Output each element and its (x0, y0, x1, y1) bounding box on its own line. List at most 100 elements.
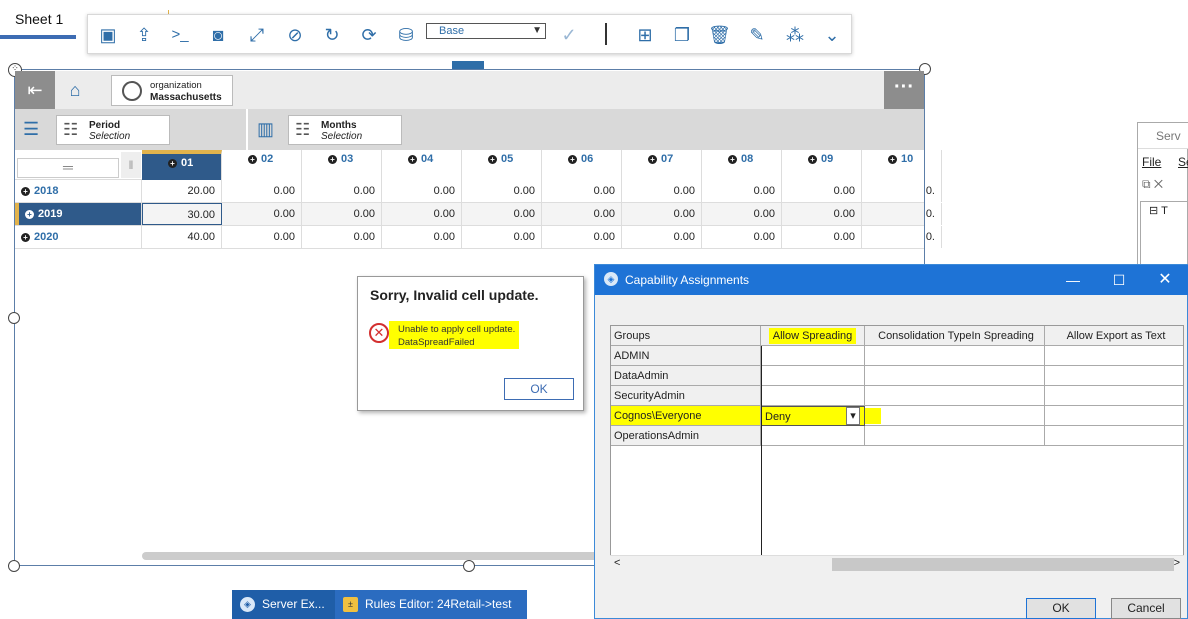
grid-cell[interactable]: 0.00 (302, 180, 382, 202)
expand-icon[interactable]: + (248, 154, 257, 164)
grid-cell[interactable]: 0.00 (622, 203, 702, 225)
sheet-tab[interactable]: Sheet 1 (0, 0, 78, 40)
hide-icon[interactable]: ⊘ (284, 24, 306, 46)
grid-cell[interactable]: 0.00 (702, 203, 782, 225)
resize-handle[interactable] (8, 312, 20, 324)
grid-cell[interactable]: 0.00 (382, 203, 462, 225)
column-header[interactable]: +08 (702, 150, 782, 180)
drag-icon[interactable]: ═ (17, 158, 119, 178)
grid-cell[interactable]: 0.00 (782, 203, 862, 225)
group-cell[interactable]: DataAdmin (611, 366, 761, 386)
grid-cell[interactable]: 40.00 (142, 226, 222, 248)
error-ok-button[interactable]: OK (504, 378, 574, 400)
grid-cell[interactable]: 0.00 (302, 226, 382, 248)
grid-cell[interactable]: 0.00 (462, 226, 542, 248)
allow-spreading-cell[interactable] (761, 386, 865, 406)
minimize-icon[interactable]: — (1050, 265, 1096, 295)
context-dimension[interactable]: organization Massachusetts (111, 75, 233, 106)
grid-cell[interactable]: 0.00 (622, 226, 702, 248)
grid-cell[interactable]: 0.00 (382, 226, 462, 248)
delete-icon[interactable]: 🗑 (708, 24, 731, 46)
insert-icon[interactable]: ⊞ (634, 24, 656, 46)
expand-icon[interactable]: + (168, 158, 177, 168)
consolidation-cell[interactable] (865, 346, 1045, 366)
allow-export-cell[interactable] (1045, 366, 1183, 386)
dialog-horizontal-scrollbar[interactable]: < > (610, 555, 1184, 572)
allow-spreading-cell[interactable] (761, 426, 865, 446)
row-dimension[interactable]: ☷ Period Selection (56, 115, 170, 145)
header-allow-export[interactable]: Allow Export as Text (1045, 326, 1183, 346)
consolidation-cell[interactable] (865, 386, 1045, 406)
header-allow-spreading[interactable]: Allow Spreading (761, 326, 865, 346)
column-header[interactable]: +07 (622, 150, 702, 180)
menu-file[interactable]: File (1142, 155, 1161, 169)
grid-cell[interactable]: 0.00 (622, 180, 702, 202)
column-dimension[interactable]: ☷ Months Selection (288, 115, 402, 145)
allow-export-cell[interactable] (1045, 386, 1183, 406)
grid-cell[interactable]: 0.00 (222, 203, 302, 225)
more-chevron-icon[interactable]: ⌄ (821, 24, 843, 46)
expand-icon[interactable]: + (648, 154, 657, 164)
expand-icon[interactable]: ⤢ (246, 24, 268, 46)
select-icon[interactable]: ▣ (97, 24, 119, 46)
column-header[interactable]: +02 (222, 150, 302, 180)
grid-cell[interactable]: 0. (862, 226, 942, 248)
cancel-button[interactable]: Cancel (1111, 598, 1181, 619)
grid-horizontal-scrollbar[interactable] (142, 552, 602, 560)
menu-server[interactable]: Se (1178, 155, 1188, 169)
allow-export-cell[interactable] (1045, 406, 1183, 426)
snapshot-icon[interactable]: ◙ (207, 24, 229, 46)
grid-cell[interactable]: 30.00 (142, 203, 222, 225)
collapse-panel-icon[interactable]: ⇤ (15, 71, 55, 109)
allow-spreading-cell[interactable] (761, 366, 865, 386)
expand-icon[interactable]: + (21, 186, 30, 196)
expand-icon[interactable]: + (888, 154, 897, 164)
resize-handle[interactable] (463, 560, 475, 572)
expand-icon[interactable]: + (328, 154, 337, 164)
consolidation-cell[interactable] (865, 406, 1045, 426)
grid-cell[interactable]: 0.00 (702, 226, 782, 248)
grid-cell[interactable]: 0.00 (702, 180, 782, 202)
taskbar-item-server-explorer[interactable]: ◈ Server Ex... (232, 590, 332, 619)
column-header[interactable]: +05 (462, 150, 542, 180)
column-header[interactable]: +03 (302, 150, 382, 180)
grid-cell[interactable]: 0.00 (222, 226, 302, 248)
resize-handle[interactable] (8, 560, 20, 572)
sync-icon[interactable]: ⟳ (358, 24, 380, 46)
expand-icon[interactable]: + (21, 232, 30, 242)
group-cell[interactable]: SecurityAdmin (611, 386, 761, 406)
group-cell[interactable]: ADMIN (611, 346, 761, 366)
grid-cell[interactable]: 0.00 (462, 180, 542, 202)
column-header[interactable]: +06 (542, 150, 622, 180)
edit-icon[interactable]: ✎ (746, 24, 768, 46)
allow-export-cell[interactable] (1045, 426, 1183, 446)
grid-cell[interactable]: 0.00 (782, 226, 862, 248)
expand-icon[interactable]: + (488, 154, 497, 164)
allow-spreading-cell[interactable] (761, 346, 865, 366)
grid-cell[interactable]: 0.00 (302, 203, 382, 225)
expand-icon[interactable]: + (808, 154, 817, 164)
group-cell[interactable]: OperationsAdmin (611, 426, 761, 446)
row-header[interactable]: +2020 (15, 226, 142, 248)
grid-cell[interactable]: 0. (862, 203, 942, 225)
header-consolidation[interactable]: Consolidation TypeIn Spreading (865, 326, 1045, 346)
grid-cell[interactable]: 0.00 (542, 180, 622, 202)
swap-icon[interactable]: ⌂ (55, 71, 95, 109)
grid-cell[interactable]: 0.00 (462, 203, 542, 225)
grid-cell[interactable]: 0. (862, 180, 942, 202)
taskbar-item-rules-editor[interactable]: ± Rules Editor: 24Retail->test (335, 590, 527, 619)
expand-icon[interactable]: + (408, 154, 417, 164)
sandbox-select[interactable]: Base ▼ (426, 23, 546, 39)
row-header[interactable]: +2018 (15, 180, 142, 202)
header-groups[interactable]: Groups (611, 326, 761, 346)
allow-spreading-dropdown[interactable]: Deny ▾ (761, 406, 865, 426)
export-icon[interactable]: ⇪ (133, 24, 155, 46)
pause-icon[interactable]: ‖ (121, 152, 141, 178)
grid-cell[interactable]: 0.00 (222, 180, 302, 202)
scroll-right-icon[interactable]: > (1174, 557, 1180, 569)
grid-cell[interactable]: 0.00 (782, 180, 862, 202)
consolidation-cell[interactable] (865, 366, 1045, 386)
column-header[interactable]: +04 (382, 150, 462, 180)
tree-node[interactable]: ⊟ T (1149, 204, 1168, 217)
scroll-thumb[interactable] (832, 558, 1174, 571)
